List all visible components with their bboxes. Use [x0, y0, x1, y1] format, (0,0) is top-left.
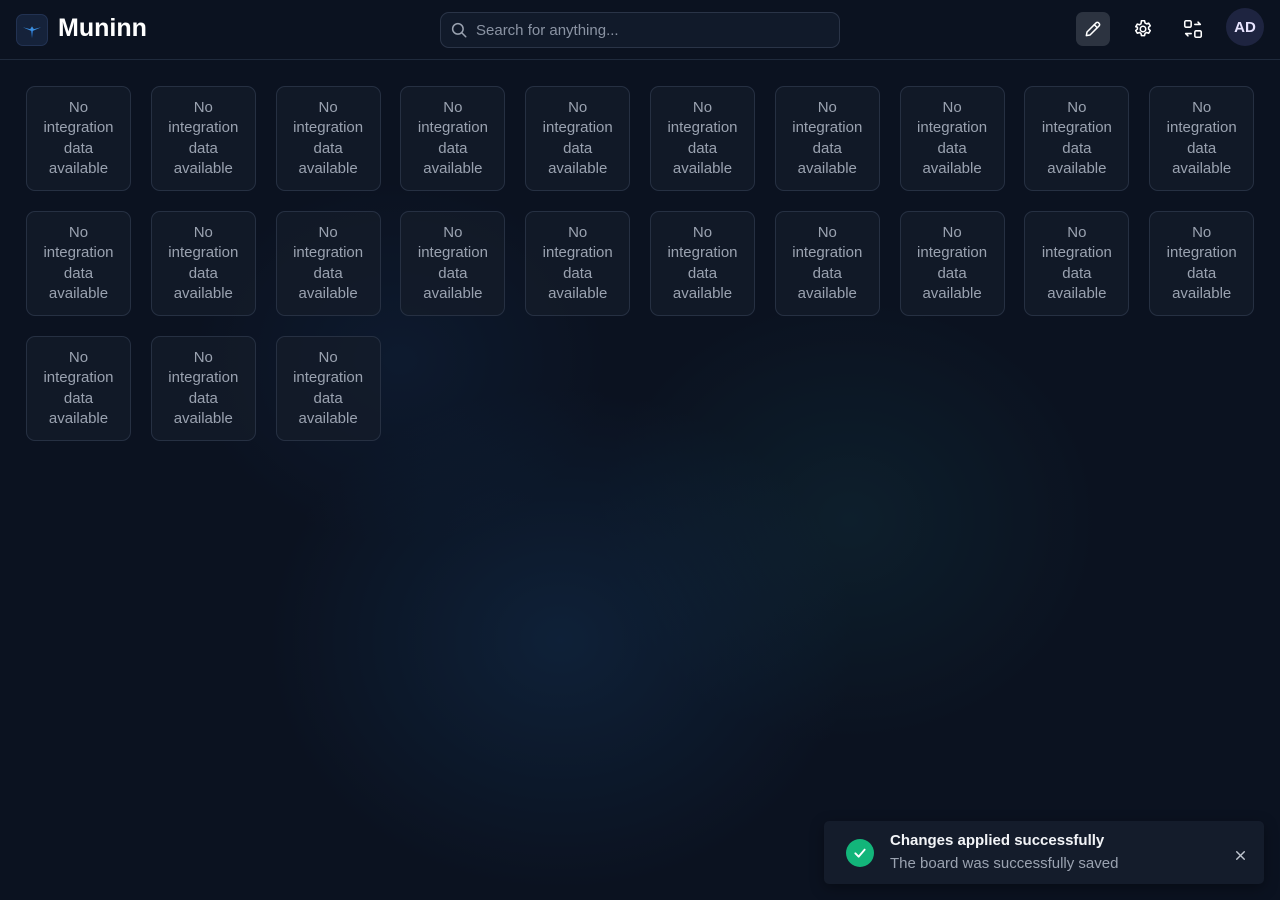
switch-layout-button[interactable] [1176, 12, 1210, 46]
widget-tile[interactable]: No integration data available [275, 86, 381, 191]
widget-tile[interactable]: No integration data available [26, 336, 131, 441]
widget-tile[interactable]: No integration data available [26, 211, 131, 316]
app-logo[interactable] [16, 14, 48, 46]
widget-tile[interactable]: No integration data available [275, 336, 381, 441]
toast-title: Changes applied successfully [890, 832, 1105, 849]
success-toast: Changes applied successfully The board w… [824, 821, 1264, 884]
app-title[interactable]: Muninn [58, 14, 147, 43]
search-input[interactable] [476, 21, 839, 39]
search-icon [450, 21, 468, 39]
top-header: Muninn AD [0, 0, 1280, 60]
widget-tile[interactable]: No integration data available [774, 211, 880, 316]
widget-tile[interactable]: No integration data available [400, 211, 506, 316]
widget-tile[interactable]: No integration data available [1149, 86, 1255, 191]
pencil-icon [1085, 21, 1101, 37]
widget-tile[interactable]: No integration data available [1149, 211, 1255, 316]
close-icon[interactable] [1230, 845, 1250, 865]
widget-tile[interactable]: No integration data available [400, 86, 506, 191]
widget-tile[interactable]: No integration data available [1024, 211, 1130, 316]
widget-tile[interactable]: No integration data available [899, 86, 1005, 191]
widget-tile[interactable]: No integration data available [275, 211, 381, 316]
board-grid: No integration data available No integrat… [26, 86, 1255, 441]
widget-tile[interactable]: No integration data available [525, 86, 631, 191]
toast-message: The board was successfully saved [890, 855, 1119, 872]
widget-tile[interactable]: No integration data available [774, 86, 880, 191]
widget-tile[interactable]: No integration data available [649, 86, 755, 191]
widget-tile[interactable]: No integration data available [26, 86, 131, 191]
raven-bird-icon [22, 26, 42, 39]
widget-tile[interactable]: No integration data available [525, 211, 631, 316]
widget-tile[interactable]: No integration data available [150, 211, 256, 316]
settings-button[interactable] [1126, 12, 1160, 46]
widget-tile[interactable]: No integration data available [649, 211, 755, 316]
widget-tile[interactable]: No integration data available [150, 86, 256, 191]
user-avatar[interactable]: AD [1226, 8, 1264, 46]
widget-tile[interactable]: No integration data available [899, 211, 1005, 316]
gear-icon [1134, 19, 1152, 37]
search-bar[interactable] [440, 12, 840, 48]
edit-mode-button[interactable] [1076, 12, 1110, 46]
swap-layout-icon [1183, 19, 1203, 39]
check-icon [846, 839, 874, 867]
widget-tile[interactable]: No integration data available [150, 336, 256, 441]
widget-tile[interactable]: No integration data available [1024, 86, 1130, 191]
